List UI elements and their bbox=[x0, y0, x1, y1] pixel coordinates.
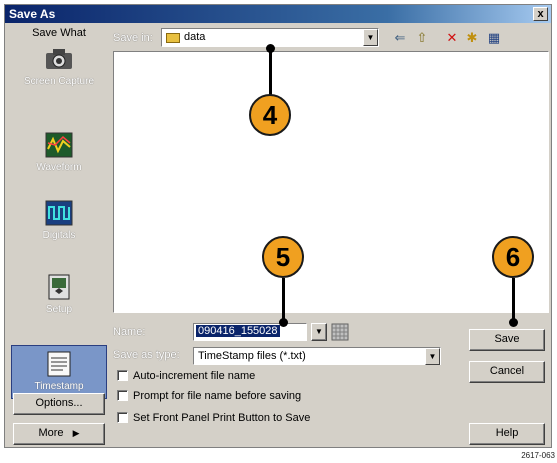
callout-4: 4 bbox=[249, 94, 291, 136]
checkbox-box[interactable] bbox=[117, 412, 128, 423]
digitals-icon bbox=[43, 199, 75, 227]
waveform-button[interactable]: Waveform bbox=[11, 131, 107, 173]
screen-capture-label: Screen Capture bbox=[23, 76, 95, 87]
prompt-filename-label: Prompt for file name before saving bbox=[133, 390, 302, 402]
save-as-type-value: TimeStamp files (*.txt) bbox=[198, 350, 306, 362]
chevron-right-icon: ▶ bbox=[72, 428, 80, 438]
timestamp-icon bbox=[43, 350, 75, 378]
delete-icon[interactable]: ✕ bbox=[443, 30, 461, 46]
new-folder-icon[interactable]: ✱ bbox=[463, 30, 481, 46]
save-what-panel: Save What Screen Capture Waveform Digita… bbox=[9, 27, 109, 445]
save-in-folder: data bbox=[184, 31, 206, 43]
auto-increment-label: Auto-increment file name bbox=[133, 370, 256, 382]
file-browser: Save in: data ▼ ⇐ ⇧ ✕ ✱ ▦ Name: 090416_1… bbox=[113, 27, 549, 445]
checkbox-box[interactable] bbox=[117, 370, 128, 381]
callout-5-pointer bbox=[279, 318, 288, 327]
waveform-label: Waveform bbox=[36, 162, 82, 173]
name-value: 090416_155028 bbox=[196, 325, 280, 337]
help-button[interactable]: Help bbox=[469, 423, 545, 445]
setup-icon bbox=[43, 273, 75, 301]
callout-4-line bbox=[269, 48, 272, 96]
camera-icon bbox=[43, 45, 75, 73]
save-what-heading: Save What bbox=[32, 27, 86, 39]
folder-icon bbox=[166, 33, 180, 43]
options-button[interactable]: Options... bbox=[13, 393, 105, 415]
checkbox-box[interactable] bbox=[117, 390, 128, 401]
figure-id: 2617-063 bbox=[521, 451, 555, 460]
more-label: More bbox=[38, 427, 64, 439]
chevron-down-icon[interactable]: ▼ bbox=[425, 348, 440, 365]
callout-5: 5 bbox=[262, 236, 304, 278]
screen-capture-button[interactable]: Screen Capture bbox=[11, 45, 107, 87]
cancel-button[interactable]: Cancel bbox=[469, 361, 545, 383]
name-label: Name: bbox=[113, 326, 146, 338]
save-in-label: Save in: bbox=[113, 32, 153, 44]
save-button[interactable]: Save bbox=[469, 329, 545, 351]
chevron-down-icon[interactable]: ▼ bbox=[363, 29, 378, 46]
callout-6-pointer bbox=[509, 318, 518, 327]
save-as-type-combo[interactable]: TimeStamp files (*.txt) ▼ bbox=[193, 347, 441, 365]
view-menu-icon[interactable]: ▦ bbox=[485, 30, 503, 46]
callout-6: 6 bbox=[492, 236, 534, 278]
title-bar: Save As x bbox=[5, 5, 551, 23]
prompt-filename-checkbox[interactable]: Prompt for file name before saving bbox=[117, 389, 301, 403]
save-as-dialog: Save As x Save What Screen Capture Wavef… bbox=[4, 4, 552, 448]
keyboard-icon[interactable] bbox=[331, 323, 349, 341]
more-button[interactable]: More ▶ bbox=[13, 423, 105, 445]
save-as-type-label: Save as type: bbox=[113, 349, 180, 361]
setup-label: Setup bbox=[45, 304, 73, 315]
waveform-icon bbox=[43, 131, 75, 159]
auto-increment-checkbox[interactable]: Auto-increment file name bbox=[117, 369, 255, 383]
front-panel-print-label: Set Front Panel Print Button to Save bbox=[133, 412, 311, 424]
front-panel-print-checkbox[interactable]: Set Front Panel Print Button to Save bbox=[117, 411, 310, 425]
digitals-button[interactable]: Digitals bbox=[11, 199, 107, 241]
file-list[interactable] bbox=[113, 51, 549, 313]
timestamp-label: Timestamp bbox=[34, 381, 84, 392]
up-folder-icon[interactable]: ⇧ bbox=[413, 30, 431, 46]
setup-button[interactable]: Setup bbox=[11, 273, 107, 315]
name-input[interactable]: 090416_155028 bbox=[193, 323, 307, 341]
dialog-title: Save As bbox=[9, 7, 56, 21]
callout-5-line bbox=[282, 278, 285, 322]
timestamp-button[interactable]: Timestamp bbox=[11, 345, 107, 399]
digitals-label: Digitals bbox=[42, 230, 76, 241]
callout-6-line bbox=[512, 278, 515, 322]
close-button[interactable]: x bbox=[533, 7, 548, 21]
back-icon[interactable]: ⇐ bbox=[391, 30, 409, 46]
name-dropdown-button[interactable]: ▼ bbox=[311, 323, 327, 341]
